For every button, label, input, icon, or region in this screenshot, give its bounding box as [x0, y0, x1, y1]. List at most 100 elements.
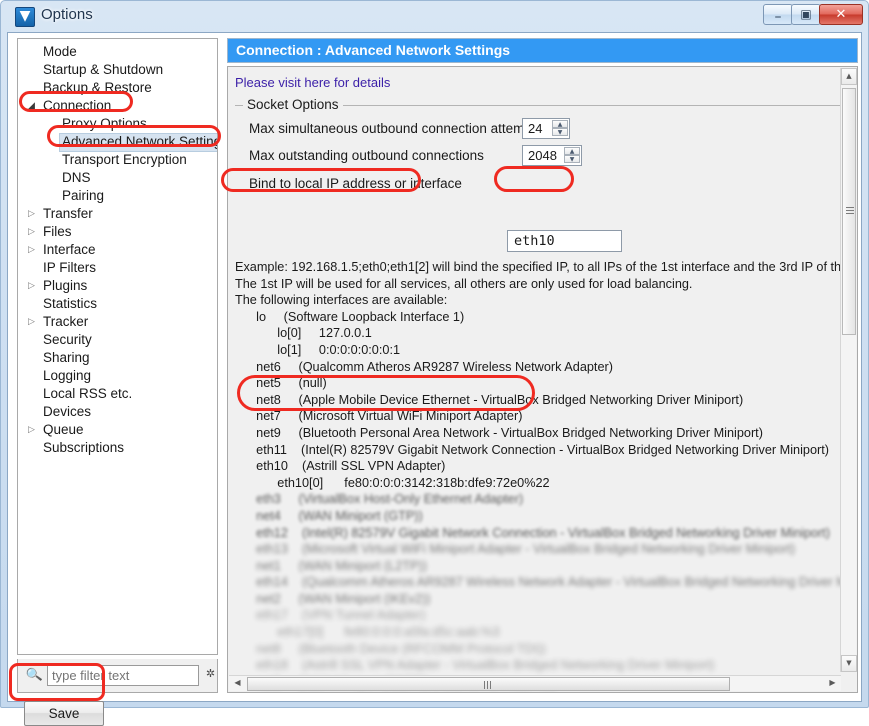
sidebar-item-label: Queue [43, 422, 84, 437]
sidebar-item-security[interactable]: Security [40, 331, 95, 349]
max-attempts-stepper[interactable]: 24 ▲ ▼ [522, 118, 570, 139]
sidebar-item-statistics[interactable]: Statistics [40, 295, 100, 313]
sidebar-item-files[interactable]: Files [40, 223, 75, 241]
panel-horizontal-scrollbar[interactable]: ◀ ▶ [229, 675, 841, 691]
interface-line: eth13 (Microsoft Virtual WiFi Miniport A… [235, 542, 796, 557]
save-button[interactable]: Save [24, 701, 104, 726]
sidebar-item-interface[interactable]: Interface [40, 241, 99, 259]
sidebar-item-backup-restore[interactable]: Backup & Restore [40, 79, 155, 97]
sidebar-item-connection[interactable]: Connection [40, 97, 114, 115]
sidebar-item-sharing[interactable]: Sharing [40, 349, 93, 367]
sidebar-item-label: Pairing [62, 188, 105, 203]
max-connections-value: 2048 [528, 148, 557, 163]
spin-down-icon[interactable]: ▼ [564, 155, 580, 163]
close-icon: ✕ [835, 7, 847, 22]
max-attempts-label: Max simultaneous outbound connection att… [249, 121, 543, 136]
chevron-right-icon[interactable]: ▷ [26, 241, 37, 259]
sidebar-item-label: Connection [43, 98, 112, 113]
chevron-right-icon[interactable]: ▷ [26, 421, 37, 439]
details-link[interactable]: Please visit here for details [235, 75, 390, 90]
sidebar-item-advanced-network-settings[interactable]: Advanced Network Settings [59, 133, 218, 152]
chevron-right-icon[interactable]: ▷ [26, 277, 37, 295]
sidebar-item-label: Subscriptions [43, 440, 125, 455]
interface-line: lo (Software Loopback Interface 1) [235, 309, 465, 324]
title-bar: ▼ Options – ▣ ✕ [1, 1, 868, 31]
close-button[interactable]: ✕ [819, 4, 863, 25]
interface-line: eth14 (Qualcomm Atheros AR9287 Wireless … [235, 575, 851, 590]
vertical-scroll-thumb[interactable] [842, 88, 856, 335]
sidebar-item-pairing[interactable]: Pairing [59, 187, 107, 205]
sidebar-item-tracker[interactable]: Tracker [40, 313, 91, 331]
sidebar-item-label: Files [43, 224, 72, 239]
group-title: Socket Options [243, 97, 343, 112]
sidebar-item-label: Advanced Network Settings [62, 134, 218, 149]
scroll-up-icon[interactable]: ▲ [841, 68, 857, 85]
maximize-icon: ▣ [800, 7, 812, 21]
sidebar-item-label: DNS [62, 170, 91, 185]
window-title: Options [41, 6, 93, 23]
chevron-down-icon[interactable]: ◢ [26, 97, 37, 115]
sidebar-item-transfer[interactable]: Transfer [40, 205, 96, 223]
sidebar-item-proxy-options[interactable]: Proxy Options [59, 115, 150, 133]
interface-line: net6 (Qualcomm Atheros AR9287 Wireless N… [235, 359, 613, 374]
spin-up-icon[interactable]: ▲ [564, 147, 580, 155]
interface-line: net9 (Bluetooth Personal Area Network - … [235, 425, 763, 440]
sidebar-item-logging[interactable]: Logging [40, 367, 94, 385]
scroll-down-icon[interactable]: ▼ [841, 655, 857, 672]
panel-vertical-scrollbar[interactable]: ▲ ▼ [840, 68, 857, 672]
interface-line: eth10[0] fe80:0:0:0:3142:318b:dfe9:72e0%… [235, 475, 550, 490]
interfaces-info-text: Example: 192.168.1.5;eth0;eth1[2] will b… [235, 259, 851, 692]
sidebar-item-dns[interactable]: DNS [59, 169, 94, 187]
clear-filter-icon[interactable]: ✲ [204, 667, 217, 680]
spin-up-icon[interactable]: ▲ [552, 120, 568, 128]
chevron-right-icon[interactable]: ▷ [26, 223, 37, 241]
scroll-left-icon[interactable]: ◀ [229, 676, 246, 691]
options-window: ▼ Options – ▣ ✕ Mode Startup & Shutdown Ba… [0, 0, 869, 726]
sidebar-item-ip-filters[interactable]: IP Filters [40, 259, 99, 277]
sidebar-item-transport-encryption[interactable]: Transport Encryption [59, 151, 190, 169]
panel-body: Please visit here for details Socket Opt… [227, 66, 858, 693]
scroll-thumb-grip [484, 681, 493, 689]
sidebar-item-label: IP Filters [43, 260, 97, 275]
max-attempts-spin-buttons[interactable]: ▲ ▼ [552, 120, 568, 137]
bind-label: Bind to local IP address or interface [249, 176, 462, 191]
maximize-button[interactable]: ▣ [791, 4, 821, 25]
interface-line: net8 (Bluetooth Device (RFCOMM Protocol … [235, 641, 546, 656]
sidebar-item-plugins[interactable]: Plugins [40, 277, 90, 295]
max-connections-stepper[interactable]: 2048 ▲ ▼ [522, 145, 582, 166]
scroll-thumb-grip [846, 207, 854, 216]
sidebar-item-label: Tracker [43, 314, 89, 329]
sidebar-item-devices[interactable]: Devices [40, 403, 94, 421]
max-attempts-value: 24 [528, 121, 543, 136]
spin-down-icon[interactable]: ▼ [552, 128, 568, 136]
interface-line: lo[1] 0:0:0:0:0:0:0:1 [235, 342, 401, 357]
sidebar-item-label: Transfer [43, 206, 93, 221]
settings-tree[interactable]: Mode Startup & Shutdown Backup & Restore Co… [17, 38, 218, 655]
interface-line: eth3 (VirtualBox Host-Only Ethernet Adap… [235, 492, 524, 507]
minimize-button[interactable]: – [763, 4, 793, 25]
sidebar-item-label: Local RSS etc. [43, 386, 133, 401]
interface-line: eth11 (Intel(R) 82579V Gigabit Network C… [235, 442, 829, 457]
sidebar-item-subscriptions[interactable]: Subscriptions [40, 439, 127, 457]
horizontal-scroll-thumb[interactable] [247, 677, 730, 691]
sidebar-item-mode[interactable]: Mode [40, 43, 80, 61]
max-connections-spin-buttons[interactable]: ▲ ▼ [564, 147, 580, 164]
search-icon: 🔍 [24, 666, 44, 685]
sidebar-item-label: Logging [43, 368, 92, 383]
sidebar-item-queue[interactable]: Queue [40, 421, 87, 439]
sidebar-item-label: Startup & Shutdown [43, 62, 164, 77]
sidebar-item-local-rss-etc[interactable]: Local RSS etc. [40, 385, 135, 403]
filter-input[interactable] [47, 665, 199, 686]
sidebar-item-label: Plugins [43, 278, 88, 293]
interface-line: eth10 (Astrill SSL VPN Adapter) [235, 459, 446, 474]
sidebar-item-startup-shutdown[interactable]: Startup & Shutdown [40, 61, 166, 79]
app-download-icon: ▼ [15, 7, 35, 27]
chevron-right-icon[interactable]: ▷ [26, 205, 37, 223]
chevron-right-icon[interactable]: ▷ [26, 313, 37, 331]
interface-line: net5 (null) [235, 376, 327, 391]
dialog-client-area: Mode Startup & Shutdown Backup & Restore Co… [7, 32, 862, 726]
scroll-right-icon[interactable]: ▶ [824, 676, 841, 691]
sidebar-item-label: Devices [43, 404, 92, 419]
bind-input[interactable]: eth10 [507, 230, 622, 252]
sidebar-item-label: Interface [43, 242, 96, 257]
